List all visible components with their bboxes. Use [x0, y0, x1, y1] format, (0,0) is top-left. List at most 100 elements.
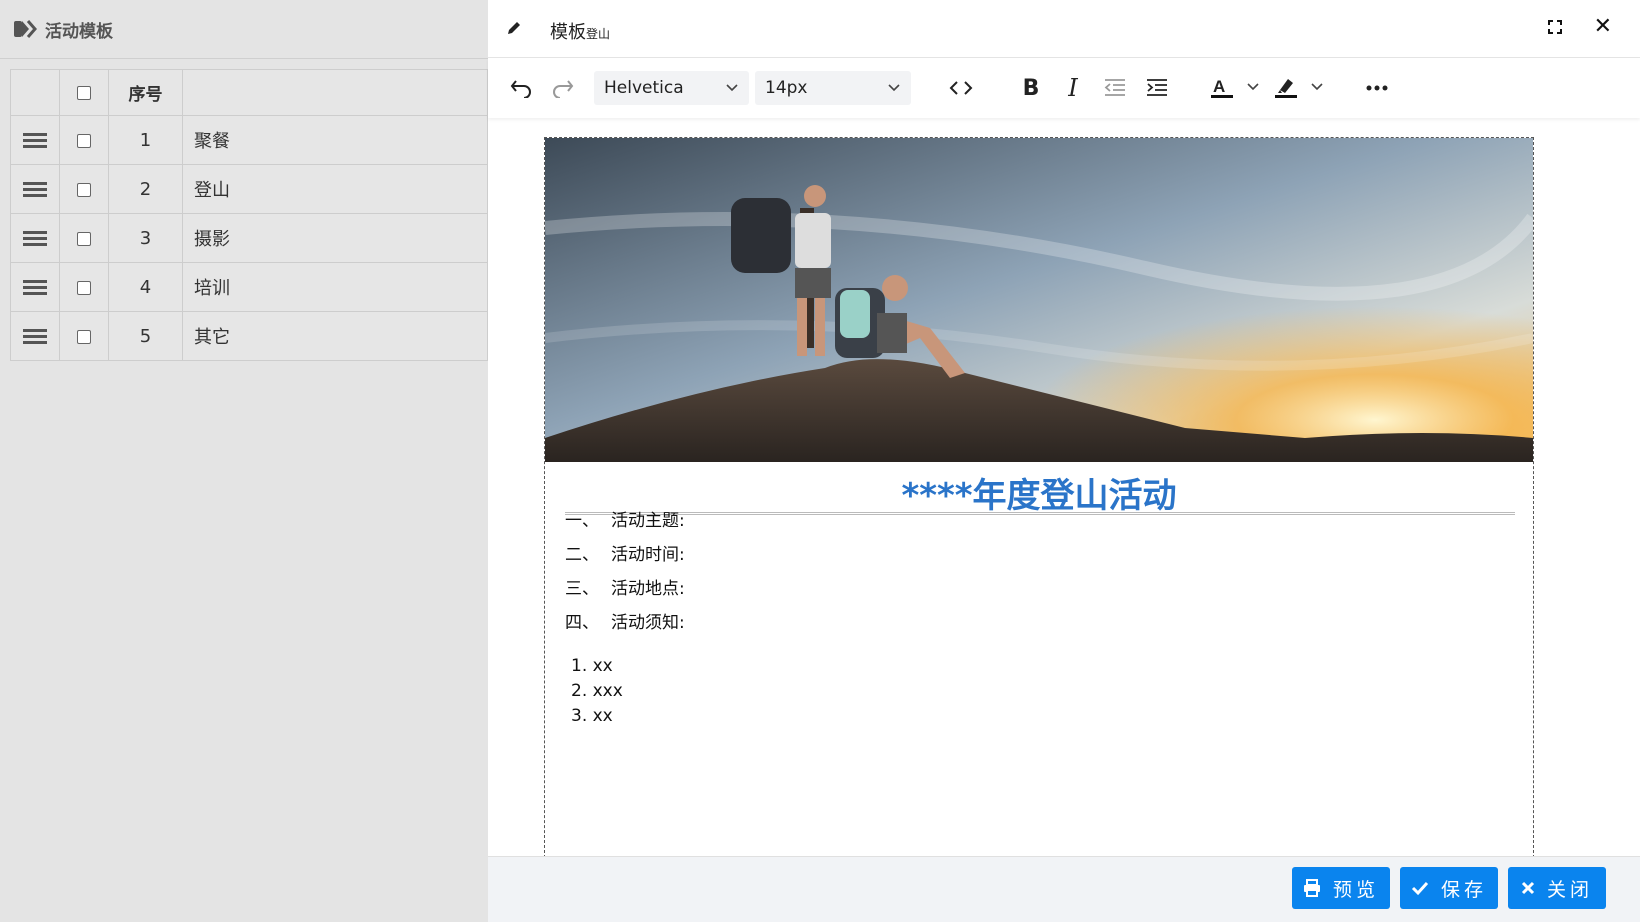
pencil-icon [508, 22, 520, 34]
section-line[interactable]: 三、 活动地点: [565, 574, 685, 599]
font-size-select[interactable]: 14px [755, 71, 911, 105]
section-line[interactable]: 四、 活动须知: [565, 608, 685, 633]
section-number: 三、 [565, 579, 599, 599]
drag-handle[interactable] [10, 311, 60, 361]
row-checkbox[interactable] [77, 329, 91, 344]
row-number: 5 [108, 311, 183, 361]
panel-title: 活动模板 [45, 21, 113, 42]
drag-handle[interactable] [10, 262, 60, 312]
editor-toolbar: Helvetica 14px B I A [488, 58, 1640, 118]
row-select-cell [59, 115, 109, 165]
name-column-header[interactable] [182, 69, 488, 116]
panel-header: 活动模板 [0, 0, 488, 59]
table-row[interactable]: 2 登山 [10, 164, 488, 214]
row-name[interactable]: 登山 [182, 164, 488, 214]
document-canvas[interactable]: ****年度登山活动 一、 活动主题: 二、 活动时间: 三、 活动地点: 四、 活动须… [544, 137, 1534, 858]
drag-handle-icon[interactable] [23, 179, 47, 200]
table-row[interactable]: 5 其它 [10, 311, 488, 361]
font-family-select[interactable]: Helvetica [594, 71, 749, 105]
save-button[interactable]: 保存 [1400, 867, 1498, 909]
list-item[interactable]: 2. xxx [571, 681, 623, 701]
section-text: 活动时间: [611, 545, 685, 565]
row-number: 1 [108, 115, 183, 165]
drag-handle[interactable] [10, 115, 60, 165]
drag-handle[interactable] [10, 213, 60, 263]
row-select-cell [59, 262, 109, 312]
row-name[interactable]: 摄影 [182, 213, 488, 263]
section-text: 活动须知: [611, 613, 685, 633]
dialog-subtitle: 登山 [586, 27, 611, 41]
hiking-banner-image [545, 138, 1533, 462]
more-icon[interactable] [1360, 72, 1394, 104]
section-text: 活动主题: [611, 511, 685, 531]
row-number: 3 [108, 213, 183, 263]
dialog-footer: 预览 保存 关闭 [488, 856, 1640, 922]
highlight-icon[interactable] [1272, 72, 1328, 104]
template-editor-dialog: 模板登山 ✕ Helvetica 14px B I A ****年度登山活动 一… [488, 0, 1640, 922]
table-row[interactable]: 4 培训 [10, 262, 488, 312]
chevron-down-icon [888, 84, 900, 92]
undo-icon[interactable] [504, 72, 538, 104]
expand-panel-icon[interactable] [13, 18, 39, 40]
close-icon[interactable]: ✕ [1594, 14, 1612, 39]
section-text: 活动地点: [611, 579, 685, 599]
redo-icon[interactable] [546, 72, 580, 104]
row-checkbox[interactable] [77, 133, 91, 148]
no-column-header[interactable]: 序号 [108, 69, 183, 116]
dialog-header: 模板登山 ✕ [488, 0, 1640, 58]
row-checkbox[interactable] [77, 182, 91, 197]
row-number: 4 [108, 262, 183, 312]
row-checkbox[interactable] [77, 231, 91, 246]
row-name[interactable]: 培训 [182, 262, 488, 312]
template-list-panel: 活动模板 序号 1 聚餐 2 登山 3 摄影 4 培训 5 其它 [0, 0, 488, 921]
table-header-row: 序号 [10, 69, 488, 116]
document-heading[interactable]: ****年度登山活动 [545, 468, 1533, 517]
select-all-checkbox[interactable] [77, 85, 91, 100]
code-icon[interactable] [944, 72, 978, 104]
row-number: 2 [108, 164, 183, 214]
indent-icon[interactable] [1140, 72, 1174, 104]
row-select-cell [59, 164, 109, 214]
drag-handle-icon[interactable] [23, 228, 47, 249]
drag-handle-icon[interactable] [23, 326, 47, 347]
save-label: 保存 [1440, 878, 1487, 901]
close-button[interactable]: 关闭 [1508, 867, 1606, 909]
close-x-icon [1521, 881, 1535, 895]
row-checkbox[interactable] [77, 280, 91, 295]
heading-divider [565, 512, 1515, 515]
dialog-title-text: 模板 [550, 22, 586, 43]
row-name[interactable]: 聚餐 [182, 115, 488, 165]
section-line[interactable]: 一、 活动主题: [565, 506, 685, 531]
svg-text:A: A [1213, 77, 1225, 96]
section-number: 一、 [565, 511, 599, 531]
font-family-value: Helvetica [604, 78, 684, 98]
section-line[interactable]: 二、 活动时间: [565, 540, 685, 565]
row-name[interactable]: 其它 [182, 311, 488, 361]
preview-label: 预览 [1332, 878, 1379, 901]
select-all-cell [59, 69, 109, 116]
section-number: 二、 [565, 545, 599, 565]
close-label: 关闭 [1546, 878, 1593, 901]
text-color-icon[interactable]: A [1208, 72, 1264, 104]
list-item[interactable]: 1. xx [571, 656, 613, 676]
table-row[interactable]: 3 摄影 [10, 213, 488, 263]
preview-button[interactable]: 预览 [1292, 867, 1390, 909]
drag-handle-icon[interactable] [23, 130, 47, 151]
printer-icon [1303, 879, 1320, 897]
template-table: 序号 1 聚餐 2 登山 3 摄影 4 培训 5 其它 [10, 69, 488, 361]
maximize-icon[interactable] [1548, 20, 1562, 34]
bold-icon[interactable]: B [1014, 72, 1048, 104]
table-row[interactable]: 1 聚餐 [10, 115, 488, 165]
italic-icon[interactable]: I [1056, 72, 1090, 104]
drag-handle-icon[interactable] [23, 277, 47, 298]
row-select-cell [59, 311, 109, 361]
check-icon [1411, 881, 1429, 896]
row-select-cell [59, 213, 109, 263]
outdent-icon[interactable] [1098, 72, 1132, 104]
drag-column-header [10, 69, 60, 116]
chevron-down-icon [726, 84, 738, 92]
font-size-value: 14px [765, 78, 808, 98]
section-number: 四、 [565, 613, 599, 633]
drag-handle[interactable] [10, 164, 60, 214]
list-item[interactable]: 3. xx [571, 706, 613, 726]
